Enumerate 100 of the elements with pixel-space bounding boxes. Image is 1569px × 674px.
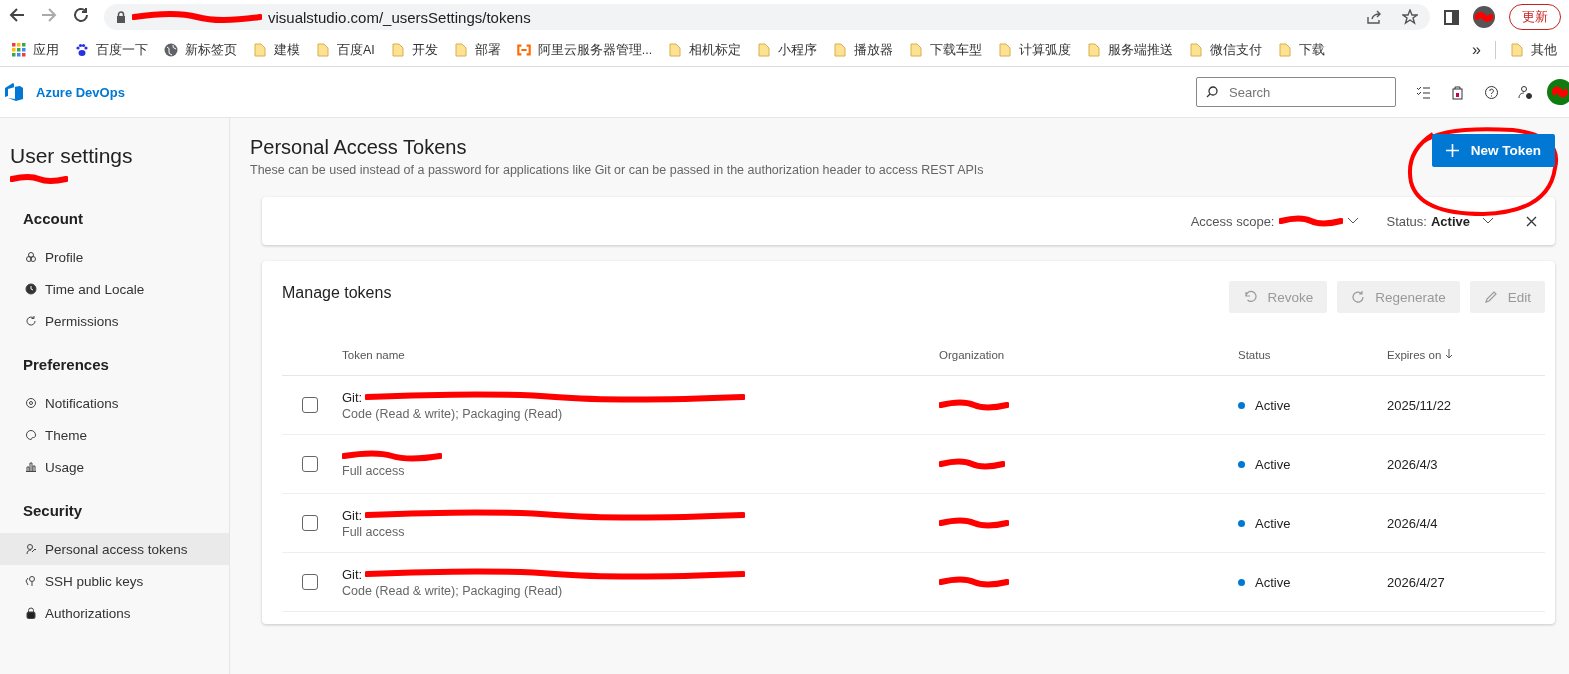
search-icon <box>1206 86 1218 98</box>
token-scope: Code (Read & write); Packaging (Read) <box>342 406 564 421</box>
page-title: Personal Access Tokens <box>250 136 467 159</box>
card-title: Manage tokens <box>282 284 393 302</box>
bookmark[interactable]: 其他 <box>1502 41 1565 59</box>
status-dot <box>1238 578 1245 586</box>
redaction-mark <box>939 458 1005 470</box>
bookmark[interactable]: 应用 <box>4 41 67 59</box>
access-scope-dropdown[interactable]: Access scope: <box>1190 213 1359 229</box>
column-header[interactable]: Status <box>1238 349 1387 361</box>
bookmark[interactable]: 相机标定 <box>660 41 750 59</box>
apps-grid-icon <box>12 43 26 57</box>
close-icon[interactable] <box>1526 215 1537 227</box>
profile-avatar[interactable] <box>1473 6 1495 28</box>
folder-icon <box>1278 43 1293 57</box>
table-row[interactable]: Git: Code (Read & write); Packaging (Read) Active 2026/4/27 <box>282 553 1545 612</box>
profile-icon <box>25 251 37 263</box>
sidebar-item[interactable]: Authorizations <box>0 597 229 629</box>
key-icon <box>25 543 37 555</box>
refresh-icon <box>25 315 37 327</box>
token-scope: Full access <box>342 464 406 478</box>
bookmark[interactable]: 开发 <box>382 41 446 59</box>
bookmark[interactable]: 下载车型 <box>901 41 991 59</box>
token-scope: Code (Read & write); Packaging (Read) <box>342 583 564 598</box>
chevron-down-icon <box>1482 217 1494 225</box>
checklist-icon[interactable] <box>1416 84 1431 100</box>
bookmark[interactable]: 阿里云服务器管理... <box>508 41 661 59</box>
bookmark[interactable]: 建模 <box>245 41 308 59</box>
bookmark[interactable]: 新标签页 <box>156 41 245 59</box>
chevron-down-icon <box>1346 217 1359 225</box>
table-row[interactable]: Full access Active 2026/4/3 <box>282 435 1545 494</box>
update-button[interactable]: 更新 <box>1509 4 1561 30</box>
sidebar-item[interactable]: Time and Locale <box>0 273 229 305</box>
new-token-button[interactable]: New Token <box>1431 134 1555 167</box>
bookmark[interactable]: 服务端推送 <box>1079 41 1182 59</box>
bracket-logo-icon <box>516 43 531 57</box>
shopping-bag-icon[interactable] <box>1450 84 1465 100</box>
folder-icon <box>1510 43 1524 57</box>
table-row[interactable]: Git: Full access Active 2026/4/4 <box>282 494 1545 553</box>
pencil-icon <box>1483 290 1498 304</box>
sidebar-title: User settings <box>9 143 134 168</box>
token-name: Git: <box>342 566 363 582</box>
app-name[interactable]: Azure DevOps <box>36 84 125 100</box>
row-checkbox[interactable] <box>302 397 318 413</box>
bookmark[interactable]: 微信支付 <box>1181 41 1271 59</box>
sidebar-item[interactable]: Usage <box>0 451 229 483</box>
sidebar-item-label: Usage <box>45 459 85 475</box>
redaction-mark <box>10 174 68 184</box>
search-field[interactable]: Search <box>1196 77 1396 107</box>
status-text: Active <box>1255 397 1291 413</box>
expiry-date: 2025/11/22 <box>1387 397 1453 413</box>
page-subtitle: These can be used instead of a password for applications like Git or can be passed in the authorization header to access REST APIs <box>250 163 985 177</box>
bookmark[interactable]: 百度一下 <box>67 41 156 59</box>
bookmark[interactable]: 下载 <box>1270 41 1334 59</box>
column-header[interactable]: Expires on <box>1387 349 1545 361</box>
bookmark[interactable]: 小程序 <box>749 41 826 59</box>
row-checkbox[interactable] <box>302 574 318 590</box>
sidebar-item[interactable]: Permissions <box>0 305 229 337</box>
row-checkbox[interactable] <box>302 456 318 472</box>
folder-icon <box>316 43 330 57</box>
folder-icon <box>833 43 848 57</box>
status-dropdown[interactable]: Status: Active <box>1386 213 1494 229</box>
bookmark[interactable]: 部署 <box>445 41 509 59</box>
plus-icon <box>1445 144 1459 157</box>
table-row[interactable]: Git: Code (Read & write); Packaging (Read) Active 2025/11/22 <box>282 376 1545 435</box>
address-bar[interactable]: visualstudio.com/_usersSettings/tokens <box>104 4 1430 30</box>
bookmark[interactable]: 播放器 <box>825 41 902 59</box>
folder-icon <box>453 43 468 57</box>
sidebar-item-label: Time and Locale <box>45 281 145 297</box>
more-bookmarks-button[interactable]: » <box>1464 41 1489 59</box>
redaction-mark <box>939 576 1009 588</box>
sidebar-item-label: Permissions <box>45 313 119 329</box>
folder-icon <box>253 43 267 57</box>
sidebar-item[interactable]: Personal access tokens <box>0 533 229 565</box>
redaction-mark <box>1475 12 1493 22</box>
help-icon[interactable] <box>1484 84 1499 100</box>
redaction-mark <box>1552 86 1568 98</box>
bookmark[interactable]: 百度AI <box>308 41 383 59</box>
expiry-date: 2026/4/4 <box>1387 515 1439 531</box>
column-header[interactable]: Token name <box>342 349 939 361</box>
bookmark[interactable]: 计算弧度 <box>990 41 1080 59</box>
user-avatar[interactable] <box>1547 79 1569 105</box>
row-checkbox[interactable] <box>302 515 318 531</box>
palette-icon <box>25 429 37 441</box>
share-icon[interactable] <box>1366 9 1382 25</box>
sidebar-item[interactable]: Notifications <box>0 387 229 419</box>
redaction-mark <box>939 517 1009 529</box>
sidebar-item[interactable]: Theme <box>0 419 229 451</box>
column-header[interactable]: Organization <box>939 349 1238 361</box>
sidebar-item[interactable]: SSH public keys <box>0 565 229 597</box>
token-name: Git: <box>342 507 363 523</box>
folder-icon <box>390 43 405 57</box>
folder-icon <box>998 43 1013 57</box>
sidebar-item[interactable]: Profile <box>0 241 229 273</box>
globe-icon <box>164 43 178 57</box>
side-panel-icon[interactable] <box>1444 9 1459 25</box>
redaction-mark <box>1278 215 1343 227</box>
user-settings-icon[interactable] <box>1518 84 1533 100</box>
status-dot <box>1238 401 1245 409</box>
star-icon[interactable] <box>1402 9 1418 25</box>
